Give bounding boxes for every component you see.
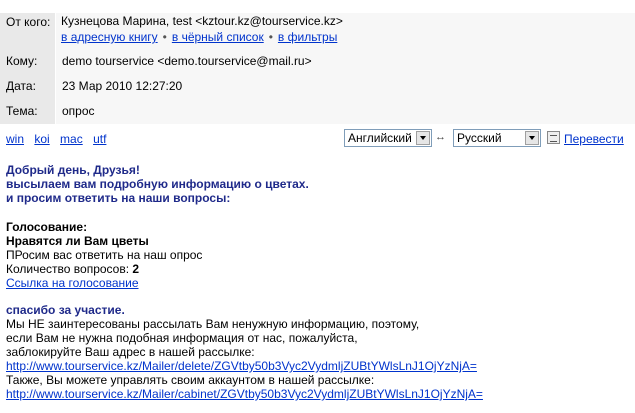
subject-row: Тема: опрос bbox=[0, 99, 635, 124]
footer-block: спасибо за участие. Мы НЕ заинтересованы… bbox=[6, 303, 483, 401]
from-value: Кузнецова Марина, test <kztour.kz@tourse… bbox=[61, 14, 343, 28]
source-language-value: Английский bbox=[348, 131, 412, 145]
vote-count-line: Количество вопросов: 2 bbox=[6, 262, 202, 276]
add-to-addressbook-link[interactable]: в адресную книгу bbox=[61, 30, 158, 44]
encoding-win-link[interactable]: win bbox=[6, 132, 24, 146]
vote-title: Голосование: bbox=[6, 220, 88, 234]
greeting-block: Добрый день, Друзья! высылаем вам подроб… bbox=[6, 163, 309, 205]
from-label: От кого: bbox=[0, 13, 55, 49]
vote-question: Нравятся ли Вам цветы bbox=[6, 234, 149, 248]
greeting-line: высылаем вам подробную информацию о цвет… bbox=[6, 177, 309, 191]
target-language-value: Русский bbox=[457, 131, 502, 145]
vote-block: Голосование: Нравятся ли Вам цветы ПРоси… bbox=[6, 220, 202, 290]
vote-request: ПРосим вас ответить на наш опрос bbox=[6, 248, 203, 262]
subject-value: опрос bbox=[55, 99, 635, 124]
vote-count: 2 bbox=[132, 262, 140, 276]
notice-line: заблокируйте Ваш адрес в нашей рассылке: bbox=[6, 345, 255, 359]
date-row: Дата: 23 Мар 2010 12:27:20 bbox=[0, 74, 635, 99]
add-to-filters-link[interactable]: в фильтры bbox=[278, 30, 337, 44]
notice-line: Мы НЕ заинтересованы рассылать Вам ненуж… bbox=[6, 317, 420, 331]
source-language-select[interactable]: Английский bbox=[344, 129, 432, 147]
to-value: demo tourservice <demo.tourservice@mail.… bbox=[55, 49, 635, 74]
encoding-utf-link[interactable]: utf bbox=[93, 132, 106, 146]
to-label: Кому: bbox=[0, 49, 55, 74]
encoding-koi-link[interactable]: koi bbox=[34, 132, 49, 146]
encoding-links: win koi mac utf bbox=[6, 131, 113, 147]
encoding-mac-link[interactable]: mac bbox=[60, 132, 83, 146]
notice-line: если Вам не нужна подобная информация от… bbox=[6, 331, 358, 345]
bullet: • bbox=[162, 30, 167, 44]
target-language-select[interactable]: Русский bbox=[453, 129, 541, 147]
add-to-blacklist-link[interactable]: в чёрный список bbox=[172, 30, 264, 44]
chevron-down-icon bbox=[416, 131, 430, 145]
unsubscribe-link[interactable]: http://www.tourservice.kz/Mailer/delete/… bbox=[6, 359, 477, 373]
to-row: Кому: demo tourservice <demo.tourservice… bbox=[0, 49, 635, 74]
bullet: • bbox=[268, 30, 273, 44]
translate-icon[interactable] bbox=[547, 131, 560, 144]
greeting-line: Добрый день, Друзья! bbox=[6, 163, 140, 177]
vote-link[interactable]: Ссылка на голосование bbox=[6, 276, 139, 290]
date-label: Дата: bbox=[0, 74, 55, 99]
from-actions: в адресную книгу • в чёрный список • в фильт… bbox=[61, 29, 337, 45]
chevron-down-icon bbox=[525, 131, 539, 145]
cabinet-link[interactable]: http://www.tourservice.kz/Mailer/cabinet… bbox=[6, 387, 483, 401]
vote-count-label: Количество вопросов: bbox=[6, 262, 130, 276]
translate-link[interactable]: Перевести bbox=[564, 131, 624, 147]
thanks-text: спасибо за участие. bbox=[6, 303, 125, 317]
subject-label: Тема: bbox=[0, 99, 55, 124]
cabinet-text: Также, Вы можете управлять своим аккаунт… bbox=[6, 373, 375, 387]
greeting-line: и просим ответить на наши вопросы: bbox=[6, 191, 231, 205]
date-value: 23 Мар 2010 12:27:20 bbox=[55, 74, 635, 99]
swap-languages-icon[interactable]: ↔ bbox=[435, 131, 446, 143]
